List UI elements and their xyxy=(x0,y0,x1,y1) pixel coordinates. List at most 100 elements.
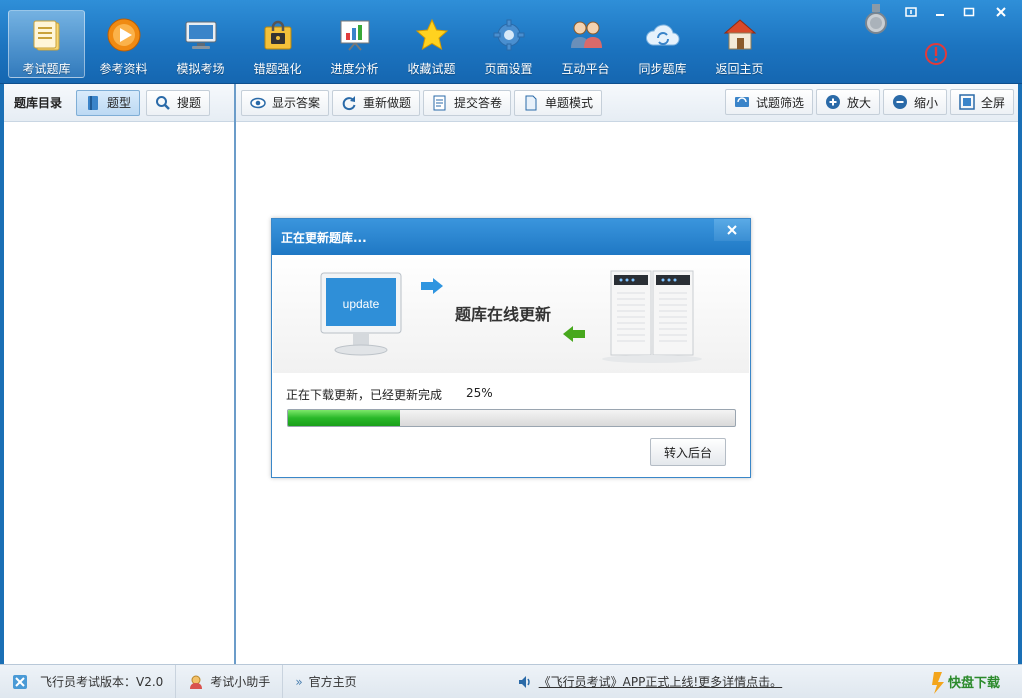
monitor-text: update xyxy=(343,297,380,311)
notice-link[interactable]: 《飞行员考试》APP正式上线!更多详情点击。 xyxy=(539,673,783,690)
zoom-out-icon xyxy=(892,94,908,110)
home-icon xyxy=(721,16,759,54)
homepage-link[interactable]: » 官方主页 xyxy=(283,665,368,698)
nav-item-progress[interactable]: 进度分析 xyxy=(316,10,393,78)
search-questions-button[interactable]: 搜题 xyxy=(146,89,211,116)
run-in-background-button[interactable]: 转入后台 xyxy=(650,438,726,466)
update-progress-bar xyxy=(287,409,736,427)
redo-questions-label: 重新做题 xyxy=(363,96,412,110)
zoom-in-label: 放大 xyxy=(846,95,871,110)
update-illustration: update 题库在线更新 xyxy=(273,255,749,373)
nav-item-exam-bank[interactable]: 考试题库 xyxy=(8,10,85,78)
nav-item-interactive[interactable]: 互动平台 xyxy=(547,10,624,78)
filter-icon xyxy=(734,94,750,110)
kuaipan-logo: 快盘下载 xyxy=(932,670,1016,694)
fullscreen-label: 全屏 xyxy=(980,95,1005,110)
status-text: 正在下载更新，已经更新完成 xyxy=(286,388,443,402)
dialog-title: 正在更新题库... xyxy=(281,230,367,245)
single-question-mode-label: 单题模式 xyxy=(545,96,594,110)
maximize-icon[interactable] xyxy=(955,3,982,21)
power-alert-icon[interactable] xyxy=(924,42,948,66)
filter-questions-label: 试题筛选 xyxy=(755,95,804,110)
filter-questions-button[interactable]: 试题筛选 xyxy=(724,89,813,115)
nav-item-reference[interactable]: 参考资料 xyxy=(85,10,162,78)
main-toolbar: 显示答案 重新做题 提交答卷 单题模式 试题筛选 放大 缩小 全屏 xyxy=(236,84,1018,122)
main-toolbar-right: 试题筛选 放大 缩小 全屏 xyxy=(724,89,1014,115)
submit-icon xyxy=(432,95,448,111)
fullscreen-icon xyxy=(959,94,975,110)
nav-item-home[interactable]: 返回主页 xyxy=(701,10,778,78)
question-type-label: 题型 xyxy=(107,96,132,110)
refresh-icon xyxy=(341,95,357,111)
version-segment: 飞行员考试版本：V2.0 xyxy=(0,665,177,698)
fullscreen-button[interactable]: 全屏 xyxy=(949,89,1014,115)
chart-board-icon xyxy=(336,16,374,54)
nav-label: 参考资料 xyxy=(99,62,148,76)
submit-paper-label: 提交答卷 xyxy=(454,96,503,110)
zoom-in-icon xyxy=(825,94,841,110)
search-icon xyxy=(155,95,171,111)
nav-label: 同步题库 xyxy=(638,62,687,76)
book-icon xyxy=(85,95,101,111)
dialog-close-button[interactable] xyxy=(714,219,750,241)
cloud-sync-icon xyxy=(644,16,682,54)
minimize-icon[interactable] xyxy=(926,3,953,21)
arrow-right-icon xyxy=(421,278,443,294)
page-icon xyxy=(523,95,539,111)
notice-segment: 《飞行员考试》APP正式上线!更多详情点击。 xyxy=(505,665,795,698)
medal-icon[interactable] xyxy=(864,4,888,36)
speaker-icon xyxy=(517,674,533,690)
sidebar-toolbar: 题库目录 题型 搜题 xyxy=(4,84,234,122)
show-answer-label: 显示答案 xyxy=(272,96,321,110)
top-banner: 考试题库 参考资料 模拟考场 错题强化 进度分析 收藏试题 页面设置 互动平台 … xyxy=(0,0,1022,84)
arrow-left-icon xyxy=(563,326,585,342)
pin-icon[interactable] xyxy=(897,3,924,21)
assistant-icon xyxy=(188,674,204,690)
progress-fill xyxy=(288,410,400,426)
main-nav: 考试题库 参考资料 模拟考场 错题强化 进度分析 收藏试题 页面设置 互动平台 … xyxy=(8,10,778,78)
close-icon xyxy=(727,225,737,235)
star-icon xyxy=(413,16,451,54)
play-disc-icon xyxy=(105,16,143,54)
percent-text: 25% xyxy=(466,386,493,400)
brand-logo-text: 快盘下载 xyxy=(948,675,1000,691)
nav-item-page-settings[interactable]: 页面设置 xyxy=(470,10,547,78)
monitor-icon: update xyxy=(320,272,402,356)
sidebar-title: 题库目录 xyxy=(14,96,63,110)
version-text: 飞行员考试版本：V2.0 xyxy=(40,675,164,689)
nav-item-mock-exam[interactable]: 模拟考场 xyxy=(162,10,239,78)
server-icon xyxy=(602,270,702,363)
nav-label: 考试题库 xyxy=(22,62,71,76)
status-bar: 飞行员考试版本：V2.0 考试小助手 » 官方主页 《飞行员考试》APP正式上线… xyxy=(0,664,1022,698)
lock-folder-icon xyxy=(259,16,297,54)
homepage-label: 官方主页 xyxy=(308,675,357,689)
window-controls xyxy=(897,3,1018,21)
zoom-in-button[interactable]: 放大 xyxy=(815,89,880,115)
question-type-button[interactable]: 题型 xyxy=(76,89,141,116)
nav-label: 返回主页 xyxy=(715,62,764,76)
zoom-out-label: 缩小 xyxy=(913,95,938,110)
nav-item-sync-bank[interactable]: 同步题库 xyxy=(624,10,701,78)
single-question-mode-button[interactable]: 单题模式 xyxy=(514,89,603,116)
gear-icon xyxy=(490,16,528,54)
show-answer-button[interactable]: 显示答案 xyxy=(241,89,330,116)
nav-item-favorites[interactable]: 收藏试题 xyxy=(393,10,470,78)
nav-label: 模拟考场 xyxy=(176,62,225,76)
nav-item-wrong-questions[interactable]: 错题强化 xyxy=(239,10,316,78)
eye-icon xyxy=(250,95,266,111)
app-logo-icon xyxy=(12,674,28,690)
sidebar: 题库目录 题型 搜题 xyxy=(4,84,234,664)
nav-label: 收藏试题 xyxy=(407,62,456,76)
nav-label: 互动平台 xyxy=(561,62,610,76)
double-chevron-icon: » xyxy=(295,674,303,689)
zoom-out-button[interactable]: 缩小 xyxy=(882,89,947,115)
close-icon[interactable] xyxy=(984,3,1018,21)
dialog-titlebar[interactable]: 正在更新题库... xyxy=(272,219,750,255)
banner-text: 题库在线更新 xyxy=(455,305,552,324)
search-questions-label: 搜题 xyxy=(177,96,202,110)
monitor-icon xyxy=(182,16,220,54)
nav-label: 进度分析 xyxy=(330,62,379,76)
assistant-link[interactable]: 考试小助手 xyxy=(176,665,284,698)
submit-paper-button[interactable]: 提交答卷 xyxy=(423,89,512,116)
redo-questions-button[interactable]: 重新做题 xyxy=(332,89,421,116)
